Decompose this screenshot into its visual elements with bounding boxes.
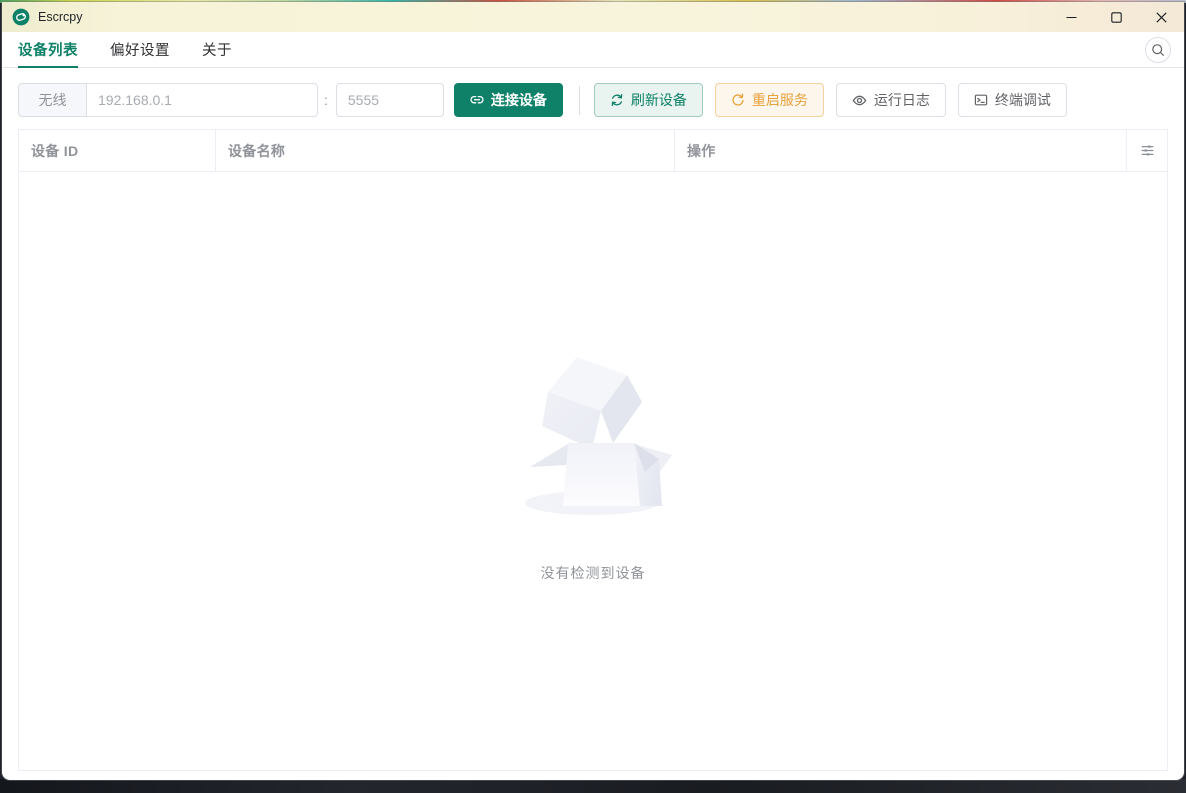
tab-device-list-label: 设备列表 — [18, 43, 78, 59]
eye-icon — [852, 95, 867, 105]
toolbar-divider — [578, 85, 580, 115]
device-table: 设备 ID 设备名称 操作 没有检测到设备 — [18, 129, 1168, 771]
column-device-id: 设备 ID — [19, 130, 216, 171]
desktop-background — [0, 779, 1186, 793]
port-input[interactable] — [335, 83, 444, 117]
table-header: 设备 ID 设备名称 操作 — [19, 130, 1167, 172]
connect-device-button[interactable]: 连接设备 — [453, 83, 563, 117]
close-icon — [1156, 11, 1167, 23]
restart-service-label: 重启服务 — [751, 92, 808, 108]
toolbar: 无线 : 连接设备 刷新设备 重启服务 — [2, 68, 1184, 129]
run-logs-label: 运行日志 — [873, 92, 930, 108]
connect-device-label: 连接设备 — [490, 92, 547, 108]
ip-input[interactable] — [86, 83, 318, 117]
connect-icon — [470, 95, 484, 104]
tab-bar: 设备列表 偏好设置 关于 — [2, 32, 1184, 68]
tab-device-list[interactable]: 设备列表 — [18, 32, 78, 68]
minimize-button[interactable] — [1049, 2, 1094, 32]
titlebar: Escrcpy — [2, 2, 1184, 32]
refresh-icon — [611, 93, 623, 107]
refresh-devices-label: 刷新设备 — [630, 92, 687, 108]
terminal-debug-label: 终端调试 — [994, 92, 1051, 108]
wireless-label: 无线 — [18, 83, 86, 117]
empty-box-illustration — [513, 355, 673, 517]
port-separator: : — [324, 92, 328, 108]
app-window: Escrcpy 设备列表 偏好设置 关于 无线 192.168.0.1: 55… — [2, 2, 1184, 780]
column-settings-button[interactable] — [1127, 130, 1167, 171]
minimize-icon — [1066, 16, 1077, 18]
app-title: Escrcpy — [38, 10, 83, 24]
maximize-icon — [1111, 11, 1122, 23]
window-controls — [1049, 2, 1184, 32]
tab-preferences-label: 偏好设置 — [110, 43, 170, 59]
column-actions: 操作 — [675, 130, 1127, 171]
close-button[interactable] — [1139, 2, 1184, 32]
app-logo-icon — [12, 8, 30, 26]
tab-about[interactable]: 关于 — [202, 32, 232, 67]
column-device-name: 设备名称 — [216, 130, 675, 171]
table-body: 没有检测到设备 — [19, 172, 1167, 770]
tab-about-label: 关于 — [202, 43, 232, 59]
empty-text: 没有检测到设备 — [540, 565, 646, 581]
search-icon — [1152, 44, 1165, 57]
tab-preferences[interactable]: 偏好设置 — [110, 32, 170, 67]
maximize-button[interactable] — [1094, 2, 1139, 32]
refresh-devices-button[interactable]: 刷新设备 — [593, 83, 703, 117]
terminal-debug-button[interactable]: 终端调试 — [957, 83, 1067, 117]
search-button[interactable] — [1145, 37, 1171, 63]
terminal-icon — [974, 94, 988, 106]
restart-icon — [732, 93, 744, 106]
run-logs-button[interactable]: 运行日志 — [835, 83, 946, 117]
sliders-icon — [1141, 145, 1153, 156]
restart-service-button[interactable]: 重启服务 — [714, 83, 824, 117]
